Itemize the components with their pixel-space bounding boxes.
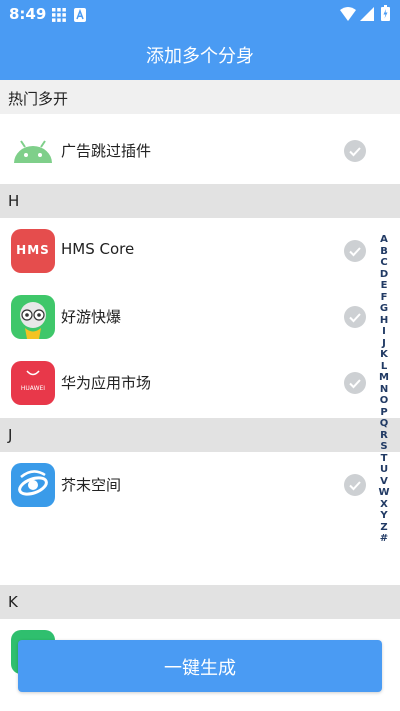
list-item-hms-core[interactable]: HMS HMS Core [0, 218, 400, 284]
status-time: 8:49 [9, 5, 47, 23]
select-checkbox[interactable] [344, 306, 366, 328]
index-letter[interactable]: M [378, 372, 390, 384]
alphabet-index[interactable]: A B C D E F G H I J K L M N O P Q R S T U V W X Y Z # [378, 234, 390, 545]
app-name: HMS Core [61, 240, 135, 258]
generate-button[interactable]: 一键生成 [18, 640, 382, 692]
signal-icon [360, 6, 374, 25]
index-letter[interactable]: G [378, 303, 390, 315]
index-letter[interactable]: Y [378, 510, 390, 522]
select-checkbox[interactable] [344, 240, 366, 262]
jiemo-icon [11, 463, 55, 507]
generate-button-label: 一键生成 [164, 658, 236, 679]
battery-icon [381, 5, 390, 25]
app-name: 华为应用市场 [61, 374, 152, 392]
section-label: H [8, 192, 20, 210]
index-letter[interactable]: U [378, 464, 390, 476]
hms-icon: HMS [11, 229, 55, 273]
index-letter[interactable]: L [378, 361, 390, 373]
index-letter[interactable]: O [378, 395, 390, 407]
section-header-h: H [0, 184, 400, 218]
section-label: 热门多开 [8, 90, 69, 108]
list-item-haoyou[interactable]: 好游快爆 [0, 284, 400, 350]
index-letter[interactable]: Q [378, 418, 390, 430]
index-letter[interactable]: P [378, 407, 390, 419]
index-letter[interactable]: K [378, 349, 390, 361]
app-name: 芥末空间 [61, 476, 122, 494]
haoyou-icon [11, 295, 55, 339]
section-header-j: J [0, 418, 400, 452]
grid-icon [52, 7, 66, 26]
list-spacer [0, 518, 400, 585]
list-item-jiemo-space[interactable]: 芥末空间 [0, 452, 400, 518]
a-icon [74, 7, 86, 26]
index-letter[interactable]: A [378, 234, 390, 246]
section-label: K [8, 593, 18, 611]
index-letter[interactable]: Z [378, 522, 390, 534]
index-letter[interactable]: D [378, 269, 390, 281]
huawei-icon-text: HUAWEI [20, 385, 46, 392]
app-name: 好游快爆 [61, 308, 122, 326]
wifi-icon [340, 6, 356, 25]
index-letter[interactable]: C [378, 257, 390, 269]
index-letter[interactable]: N [378, 384, 390, 396]
index-letter[interactable]: # [378, 533, 390, 545]
index-letter[interactable]: V [378, 476, 390, 488]
hms-icon-text: HMS [16, 243, 50, 257]
app-name: 广告跳过插件 [61, 142, 152, 160]
section-header-k: K [0, 585, 400, 619]
index-letter[interactable]: H [378, 315, 390, 327]
index-letter[interactable]: W [378, 487, 390, 499]
section-label: J [8, 426, 13, 444]
android-icon [11, 129, 55, 173]
page-title: 添加多个分身 [146, 46, 254, 67]
index-letter[interactable]: R [378, 430, 390, 442]
list-item-huawei-appgallery[interactable]: HUAWEI 华为应用市场 [0, 350, 400, 416]
index-letter[interactable]: I [378, 326, 390, 338]
index-letter[interactable]: J [378, 338, 390, 350]
index-letter[interactable]: S [378, 441, 390, 453]
app-bar: 添加多个分身 [0, 28, 400, 80]
index-letter[interactable]: X [378, 499, 390, 511]
section-header-hot: 热门多开 [0, 80, 400, 114]
status-bar: 8:49 [0, 0, 400, 28]
index-letter[interactable]: B [378, 246, 390, 258]
huawei-appgallery-icon: HUAWEI [11, 361, 55, 405]
select-checkbox[interactable] [344, 474, 366, 496]
index-letter[interactable]: E [378, 280, 390, 292]
index-letter[interactable]: T [378, 453, 390, 465]
list-item-ad-skip-plugin[interactable]: 广告跳过插件 [0, 118, 400, 184]
index-letter[interactable]: F [378, 292, 390, 304]
select-checkbox[interactable] [344, 372, 366, 394]
select-checkbox[interactable] [344, 140, 366, 162]
